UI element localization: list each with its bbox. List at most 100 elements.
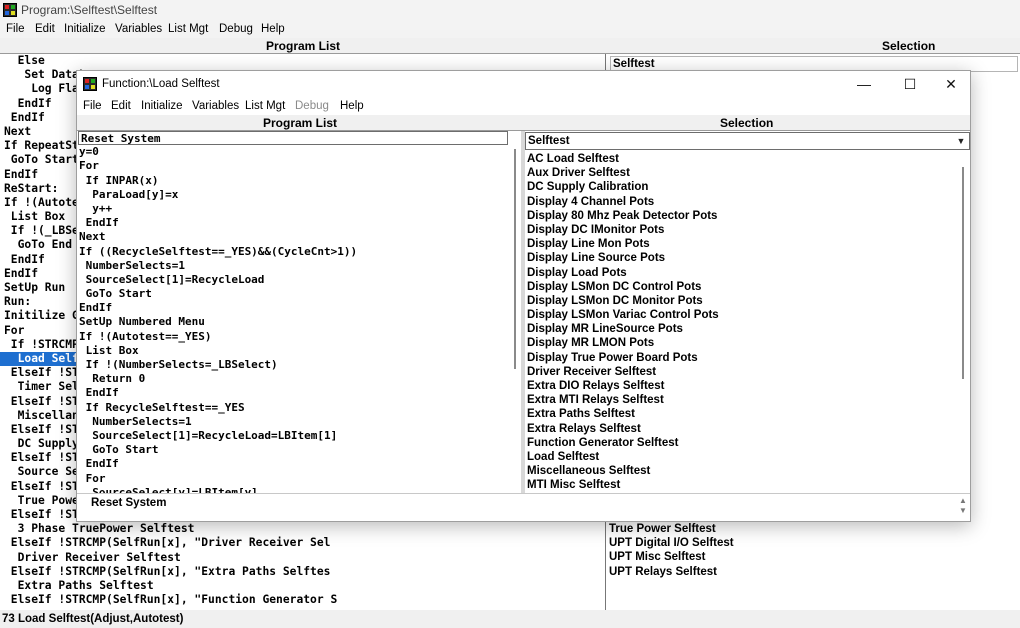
code-line[interactable]: SourceSelect[y]=LBItem[y] (77, 486, 509, 493)
selection-item[interactable]: Display LSMon DC Control Pots (527, 280, 957, 294)
code-line[interactable]: Return 0 (77, 372, 509, 386)
dialog-selection-header: Selection (720, 116, 774, 130)
code-line[interactable]: Extra Paths Selftest (0, 579, 600, 593)
selection-item[interactable]: Driver Receiver Selftest (527, 365, 957, 379)
selection-item[interactable]: Extra MTI Relays Selftest (527, 393, 957, 407)
selection-item[interactable]: Aux Driver Selftest (527, 166, 957, 180)
scroll-down-icon[interactable]: ▼ (958, 506, 968, 516)
selection-item[interactable]: UPT Relays Selftest (609, 565, 1017, 579)
selection-item[interactable]: Display Line Source Pots (527, 251, 957, 265)
selection-item[interactable]: Display True Power Board Pots (527, 351, 957, 365)
code-line[interactable]: SourceSelect[1]=RecycleLoad (77, 273, 509, 287)
selection-item[interactable]: True Power Selftest (609, 522, 1017, 536)
chevron-down-icon[interactable]: ▼ (954, 134, 968, 148)
selection-item[interactable]: Display 4 Channel Pots (527, 195, 957, 209)
code-line[interactable]: If !(NumberSelects=_LBSelect) (77, 358, 509, 372)
selection-item[interactable]: UPT Misc Selftest (609, 550, 1017, 564)
dialog-selection-pane: Selftest ▼ AC Load Selftest Aux Driver Se… (525, 131, 970, 493)
code-line[interactable]: EndIf (77, 216, 509, 230)
code-line[interactable]: Else (0, 54, 600, 68)
code-line[interactable]: Next (77, 230, 509, 244)
selection-item[interactable]: Extra Paths Selftest (527, 407, 957, 421)
selection-item[interactable]: UPT Digital I/O Selftest (609, 536, 1017, 550)
code-line[interactable]: EndIf (77, 457, 509, 471)
code-line[interactable]: If INPAR(x) (77, 174, 509, 188)
dialog-menu-help[interactable]: Help (340, 97, 364, 115)
main-title-bar: Program:\Selftest\Selftest (0, 0, 1020, 20)
minimize-button[interactable]: — (844, 71, 884, 97)
selection-item[interactable]: Miscellaneous Selftest (527, 464, 957, 478)
main-program-list-header: Program List (266, 39, 341, 53)
selection-item[interactable]: Load Selftest (527, 450, 957, 464)
selection-item[interactable]: Extra Relays Selftest (527, 422, 957, 436)
code-line[interactable]: NumberSelects=1 (77, 415, 509, 429)
main-menu-variables[interactable]: Variables (115, 20, 162, 38)
dialog-menu-bar: File Edit Initialize Variables List Mgt … (77, 97, 970, 115)
selection-item[interactable]: Display LSMon DC Monitor Pots (527, 294, 957, 308)
dialog-title-bar[interactable]: Function:\Load Selftest — ☐ ✕ (77, 71, 970, 97)
dialog-selection-scrollbar[interactable] (959, 153, 968, 491)
selection-item[interactable]: Display Line Mon Pots (527, 237, 957, 251)
main-menu-file[interactable]: File (6, 20, 25, 38)
code-line[interactable]: EndIf (77, 386, 509, 400)
dialog-menu-variables[interactable]: Variables (192, 97, 239, 115)
code-line[interactable]: If ((RecycleSelftest==_YES)&&(CycleCnt>1… (77, 245, 509, 259)
code-line[interactable]: Reset System (78, 131, 508, 146)
code-line[interactable]: GoTo Start (77, 287, 509, 301)
scrollbar-thumb[interactable] (962, 167, 964, 379)
combo-value: Selftest (528, 135, 570, 147)
main-menu-help[interactable]: Help (261, 20, 285, 38)
selection-item[interactable]: DC Supply Calibration (527, 180, 957, 194)
scroll-up-icon[interactable]: ▲ (958, 496, 968, 506)
selection-item[interactable]: Display Load Pots (527, 266, 957, 280)
selection-item[interactable]: Display LSMon Variac Control Pots (527, 308, 957, 322)
scrollbar-thumb[interactable] (514, 149, 516, 369)
selection-item[interactable]: Display DC IMonitor Pots (527, 223, 957, 237)
code-line[interactable]: y++ (77, 202, 509, 216)
code-line[interactable]: List Box (77, 344, 509, 358)
main-menu-list-mgt[interactable]: List Mgt (168, 20, 208, 38)
code-line[interactable]: For (77, 472, 509, 486)
dialog-selection-combo[interactable]: Selftest ▼ (525, 132, 970, 150)
dialog-selection-list[interactable]: AC Load Selftest Aux Driver Selftest DC Su… (527, 152, 957, 493)
code-line[interactable]: y=0 (77, 145, 509, 159)
main-menu-edit[interactable]: Edit (35, 20, 55, 38)
main-menu-initialize[interactable]: Initialize (64, 20, 106, 38)
code-line[interactable]: SourceSelect[1]=RecycleLoad=LBItem[1] (77, 429, 509, 443)
code-line[interactable]: ElseIf !STRCMP(SelfRun[x], "Extra Paths … (0, 565, 600, 579)
dialog-window-title: Function:\Load Selftest (102, 78, 220, 90)
code-line[interactable]: ElseIf !STRCMP(SelfRun[x], "Function Gen… (0, 593, 600, 607)
close-button[interactable]: ✕ (931, 71, 970, 97)
selection-item[interactable]: Function Generator Selftest (527, 436, 957, 450)
selection-item[interactable]: Display MR LMON Pots (527, 336, 957, 350)
code-line[interactable]: NumberSelects=1 (77, 259, 509, 273)
selection-item[interactable]: MTI Misc Selftest (527, 478, 957, 492)
app-icon (83, 77, 97, 91)
dialog-program-scrollbar[interactable] (511, 145, 519, 491)
code-line[interactable]: 3 Phase TruePower Selftest (0, 522, 600, 536)
dialog-menu-file[interactable]: File (83, 97, 102, 115)
dialog-menu-debug[interactable]: Debug (295, 97, 329, 115)
dialog-menu-list-mgt[interactable]: List Mgt (245, 97, 285, 115)
code-line[interactable]: Driver Receiver Selftest (0, 551, 600, 565)
dialog-menu-edit[interactable]: Edit (111, 97, 131, 115)
dialog-menu-initialize[interactable]: Initialize (141, 97, 183, 115)
code-line[interactable]: GoTo Start (77, 443, 509, 457)
main-selection-list[interactable]: True Power Selftest UPT Digital I/O Selft… (609, 522, 1017, 579)
selection-item[interactable]: Extra DIO Relays Selftest (527, 379, 957, 393)
code-line[interactable]: EndIf (77, 301, 509, 315)
code-line[interactable]: If RecycleSelftest==_YES (77, 401, 509, 415)
main-menu-debug[interactable]: Debug (219, 20, 253, 38)
status-scrollbar[interactable]: ▲ ▼ (958, 496, 968, 520)
code-line[interactable]: For (77, 159, 509, 173)
code-line[interactable]: SetUp Numbered Menu (77, 315, 509, 329)
code-line[interactable]: ParaLoad[y]=x (77, 188, 509, 202)
code-line[interactable]: If !(Autotest==_YES) (77, 330, 509, 344)
selection-item[interactable]: AC Load Selftest (527, 152, 957, 166)
maximize-button[interactable]: ☐ (890, 71, 930, 97)
code-line[interactable]: ElseIf !STRCMP(SelfRun[x], "Driver Recei… (0, 536, 600, 550)
dialog-program-list[interactable]: Reset System y=0 For If INPAR(x) ParaLoad[… (77, 131, 521, 493)
selection-item[interactable]: Display 80 Mhz Peak Detector Pots (527, 209, 957, 223)
main-window-title: Program:\Selftest\Selftest (21, 3, 158, 17)
selection-item[interactable]: Display MR LineSource Pots (527, 322, 957, 336)
